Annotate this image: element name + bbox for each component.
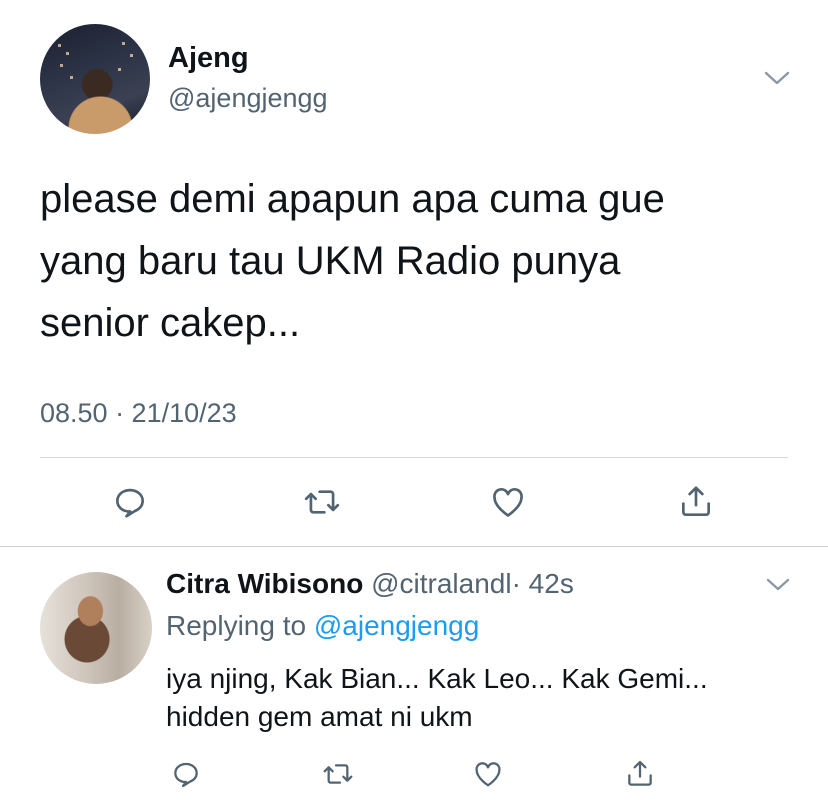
retweet-icon [323, 764, 353, 784]
reply-age: · 42s [511, 568, 574, 599]
retweet-icon [304, 490, 340, 514]
replying-to: Replying to @ajengjengg [166, 610, 479, 642]
like-button[interactable] [486, 480, 530, 524]
divider [0, 546, 828, 547]
reply-share-button[interactable] [620, 754, 660, 794]
chevron-down-icon[interactable] [762, 572, 794, 598]
reply-text: iya njing, Kak Bian... Kak Leo... Kak Ge… [166, 663, 708, 732]
reply-author-handle[interactable]: @citralandl [371, 568, 511, 599]
retweet-button[interactable] [300, 480, 344, 524]
reply-icon [115, 488, 145, 518]
tweet-text: please demi apapun apa cuma gue yang bar… [40, 177, 665, 345]
tweet-timestamp[interactable]: 08.50 · 21/10/23 [40, 398, 237, 429]
like-icon [475, 762, 501, 787]
share-button[interactable] [674, 480, 718, 524]
reply-author-name[interactable]: Citra Wibisono [166, 568, 363, 599]
like-icon [493, 487, 523, 517]
chevron-down-icon[interactable] [760, 64, 794, 92]
reply-retweet-button[interactable] [318, 754, 358, 794]
reply-button[interactable] [108, 480, 152, 524]
author-name[interactable]: Ajeng [168, 42, 249, 75]
reply-author: Citra Wibisono @citralandl· 42s [166, 568, 574, 600]
reply-reply-button[interactable] [166, 754, 206, 794]
divider [40, 457, 788, 458]
share-icon [681, 486, 711, 517]
author-handle[interactable]: @ajengjengg [168, 83, 328, 114]
reply-icon [174, 762, 198, 788]
avatar[interactable] [40, 24, 150, 134]
reply-avatar[interactable] [40, 572, 152, 684]
replying-label: Replying to [166, 610, 307, 641]
replying-handle-link[interactable]: @ajengjengg [314, 610, 479, 641]
share-icon [628, 760, 652, 786]
reply-like-button[interactable] [468, 754, 508, 794]
